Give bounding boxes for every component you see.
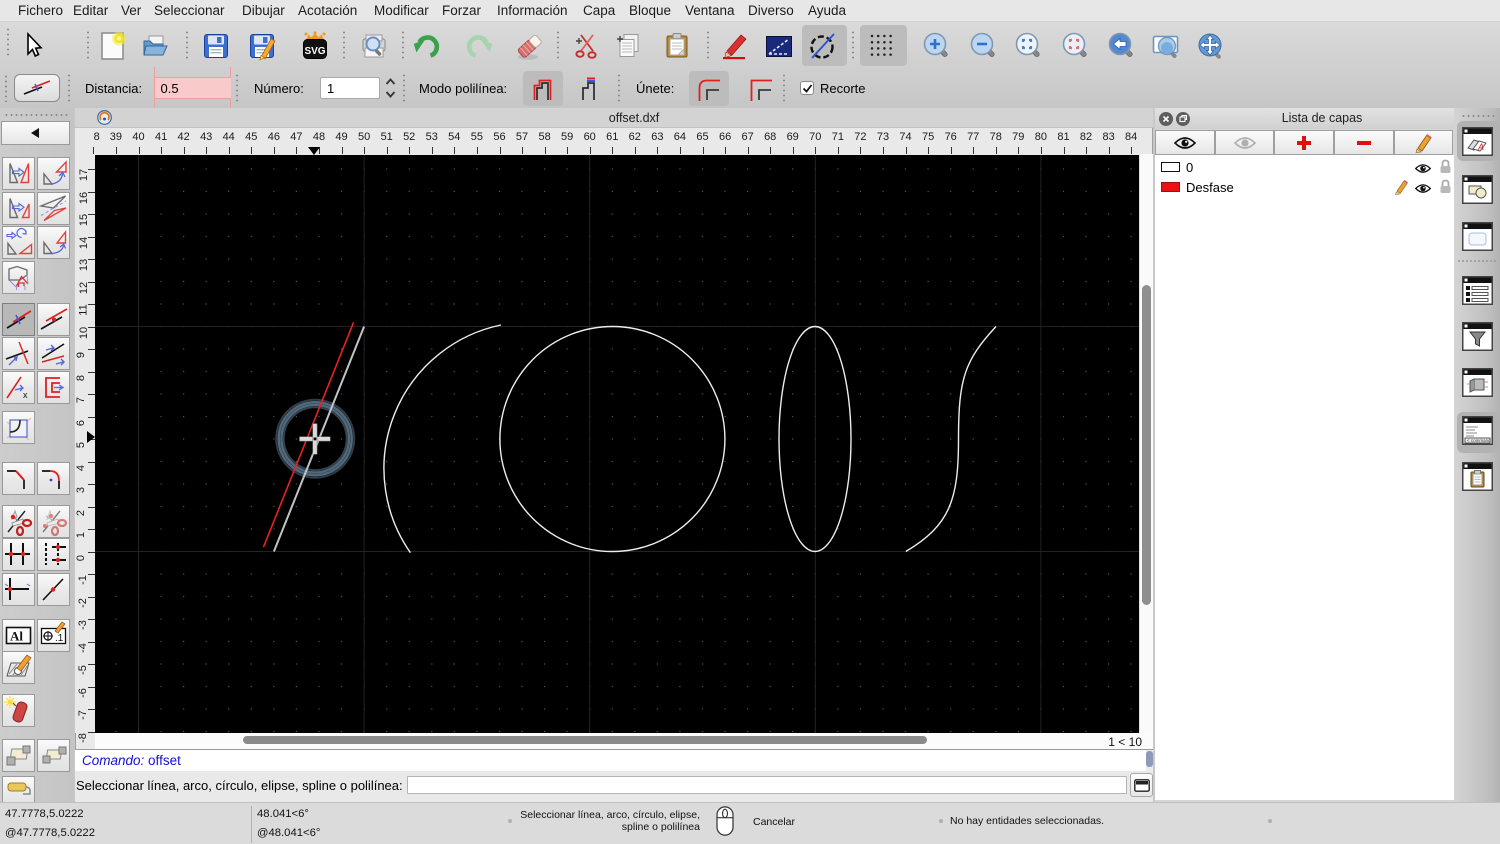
svg-text:.1: .1 <box>55 633 64 644</box>
svg-text:x: x <box>23 390 28 400</box>
svg-text:Al: Al <box>10 629 23 644</box>
svg-text:A: A <box>1477 142 1484 152</box>
svg-text:< command: < command <box>1467 438 1491 443</box>
svg-text:SVG: SVG <box>304 46 325 57</box>
